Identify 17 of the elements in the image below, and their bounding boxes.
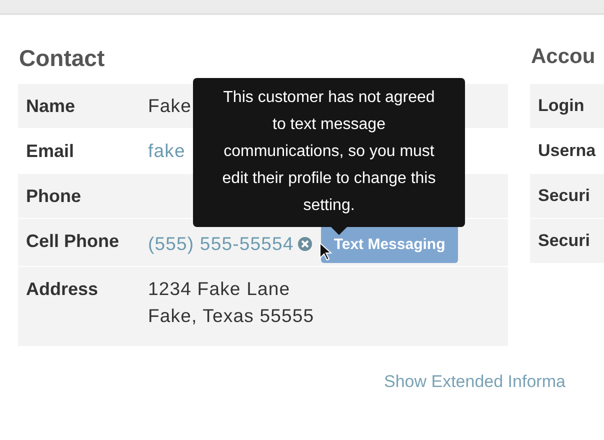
field-label: Address xyxy=(25,278,100,301)
field-label: Cell Phone xyxy=(25,230,120,253)
address-line: Fake, Texas 55555 xyxy=(148,304,314,328)
field-label: Userna xyxy=(537,140,597,162)
field-label: Name xyxy=(25,95,76,118)
field-value: Fake xyxy=(148,94,192,118)
field-label: Securi xyxy=(537,185,591,207)
email-link[interactable]: fake xyxy=(148,129,186,163)
field-label: Login xyxy=(537,95,586,117)
section-heading: Accou xyxy=(530,45,596,70)
field-label: Securi xyxy=(537,230,591,252)
field-label: Phone xyxy=(25,185,82,208)
address-line: 1234 Fake Lane xyxy=(148,277,292,301)
section-heading: Contact xyxy=(18,45,106,73)
field-label: Email xyxy=(25,140,76,163)
phone-link[interactable]: (555) 555-55554 xyxy=(148,232,294,256)
show-extended-link[interactable]: Show Extended Informa xyxy=(384,372,566,392)
